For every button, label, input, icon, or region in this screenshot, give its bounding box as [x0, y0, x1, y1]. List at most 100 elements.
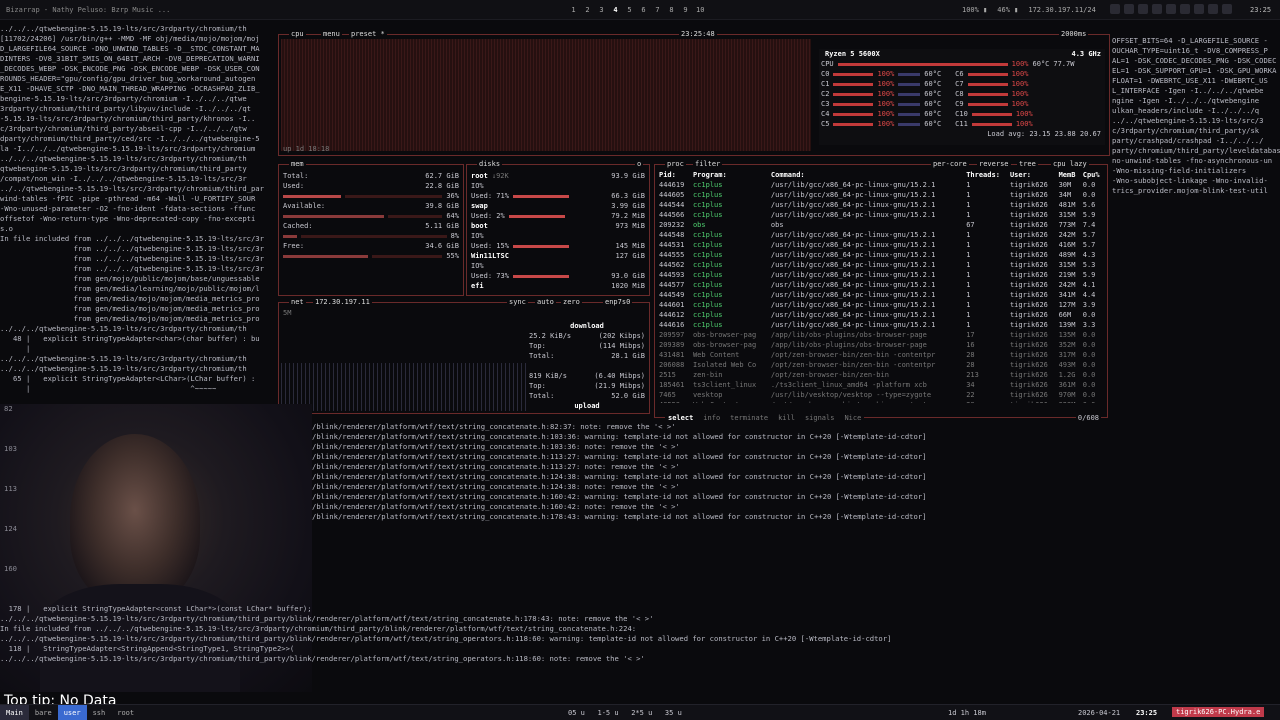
tmux-tab[interactable]: bare	[29, 705, 58, 720]
process-prog: cc1plus	[692, 291, 723, 299]
workspace-button[interactable]: 1	[570, 6, 577, 14]
terminal-line: 178 | explicit StringTypeAdapter<const L…	[0, 604, 312, 613]
signals-button[interactable]: signals	[805, 414, 835, 422]
terminal-line: ../../../qtwebengine-5.15.19-lts/src/3rd…	[0, 634, 892, 643]
cpu-label[interactable]: cpu	[289, 30, 306, 38]
process-row[interactable]: 444577 cc1plus/usr/lib/gcc/x86_64-pc-linu…	[657, 280, 1105, 290]
tray-app-icon[interactable]	[1138, 4, 1148, 14]
upload-label: upload	[574, 402, 600, 410]
per-core-toggle[interactable]: per-core	[931, 160, 969, 168]
process-row[interactable]: 209597 obs-browser-pag/app/lib/obs-plugin…	[657, 330, 1105, 340]
select-button[interactable]: select	[668, 414, 693, 422]
core-pct: 100%	[1011, 100, 1029, 108]
process-row[interactable]: 444566 cc1plus/usr/lib/gcc/x86_64-pc-linu…	[657, 210, 1105, 220]
preset-label[interactable]: preset *	[349, 30, 387, 38]
column-header[interactable]: Threads:	[964, 170, 1008, 180]
workspace-button[interactable]: 7	[654, 6, 661, 14]
tray-app-icon[interactable]	[1152, 4, 1162, 14]
process-pid: 444531	[659, 241, 685, 249]
process-row[interactable]: 444616 cc1plus/usr/lib/gcc/x86_64-pc-linu…	[657, 320, 1105, 330]
process-row[interactable]: 444531 cc1plus/usr/lib/gcc/x86_64-pc-linu…	[657, 240, 1105, 250]
process-row[interactable]: 444612 cc1plus/usr/lib/gcc/x86_64-pc-linu…	[657, 310, 1105, 320]
mem-used-pct: 36%	[446, 192, 459, 200]
disks-label[interactable]: disks	[477, 160, 503, 168]
process-row[interactable]: 444555 cc1plus/usr/lib/gcc/x86_64-pc-linu…	[657, 250, 1105, 260]
process-row[interactable]: 444593 cc1plus/usr/lib/gcc/x86_64-pc-linu…	[657, 270, 1105, 280]
workspace-button[interactable]: 9	[682, 6, 689, 14]
terminal-line: OUCHAR_TYPE=uint16_t -DV8_COMPRESS_P	[1112, 46, 1268, 55]
process-row[interactable]: 209389 obs-browser-pag/app/lib/obs-plugin…	[657, 340, 1105, 350]
proc-label[interactable]: proc	[665, 160, 686, 168]
process-row[interactable]: 2515 zen-bin/opt/zen-browser-bin/zen-bin 2…	[657, 370, 1105, 380]
process-cpu: 0.0	[1082, 351, 1096, 359]
kill-button[interactable]: kill	[778, 414, 795, 422]
left-terminal[interactable]: ../../../qtwebengine-5.15.19-lts/src/3rd…	[0, 24, 278, 404]
process-mem: 30M	[1058, 181, 1072, 189]
menu-label[interactable]: menu	[321, 30, 342, 38]
tray-app-icon[interactable]	[1166, 4, 1176, 14]
tmux-tab[interactable]: user	[57, 705, 87, 720]
sync-toggle[interactable]: sync	[507, 298, 528, 306]
auto-toggle[interactable]: auto	[535, 298, 556, 306]
core-bar-2	[898, 122, 921, 126]
right-terminal[interactable]: OFFSET_BITS=64 -D_LARGEFILE_SOURCE - OUCH…	[1112, 36, 1280, 228]
column-header[interactable]: Cpu%	[1081, 170, 1105, 180]
process-row[interactable]: 444619 cc1plus/usr/lib/gcc/x86_64-pc-linu…	[657, 180, 1105, 190]
iface-label[interactable]: enp7s0	[603, 298, 633, 306]
tray-app-icon[interactable]	[1180, 4, 1190, 14]
tmux-tab[interactable]: ssh	[87, 705, 112, 720]
process-cpu: 0.0	[1082, 331, 1096, 339]
nice-button[interactable]: Nice	[844, 414, 861, 422]
terminate-button[interactable]: terminate	[730, 414, 768, 422]
system-indicators: 100% ▮ 46% ▮ 172.30.197.11/24	[962, 6, 1096, 14]
sort-selector[interactable]: cpu lazy	[1051, 160, 1089, 168]
process-row[interactable]: 444605 cc1plus/usr/lib/gcc/x86_64-pc-linu…	[657, 190, 1105, 200]
column-header[interactable]: Pid:	[657, 170, 691, 180]
process-row[interactable]: 431481 Web Content/opt/zen-browser-bin/ze…	[657, 350, 1105, 360]
process-row[interactable]: 7465 vesktop/usr/lib/vesktop/vesktop --ty…	[657, 390, 1105, 400]
process-row[interactable]: 48559Web Content/opt/zen-browser-bin/zen…	[657, 400, 1105, 403]
tmux-tab[interactable]: Main	[0, 705, 29, 720]
tmux-tab[interactable]: root	[111, 705, 140, 720]
io-toggle[interactable]: o	[635, 160, 644, 168]
process-row[interactable]: 209232 obs obs 67 tigrik626 773M 7.4	[657, 220, 1105, 230]
filter-button[interactable]: filter	[693, 160, 723, 168]
tray-app-icon[interactable]	[1222, 4, 1232, 14]
process-row[interactable]: 185461 ts3client_linux ./ts3client_linux_a…	[657, 380, 1105, 390]
column-header[interactable]: User:	[1008, 170, 1057, 180]
mem-label[interactable]: mem	[289, 160, 306, 168]
disk-row: efi 1020 MiB	[471, 281, 645, 291]
process-row[interactable]: 444549 cc1plus/usr/lib/gcc/x86_64-pc-linu…	[657, 290, 1105, 300]
tree-toggle[interactable]: tree	[1017, 160, 1038, 168]
process-row[interactable]: 206088 Isolated Web Co/opt/zen-browser-bi…	[657, 360, 1105, 370]
bottom-terminal[interactable]: 178 | explicit StringTypeAdapter<const L…	[0, 604, 1280, 692]
workspace-button[interactable]: 6	[640, 6, 647, 14]
workspace-button[interactable]: 4	[612, 6, 619, 14]
interval-label[interactable]: 2000ms	[1059, 30, 1089, 38]
workspace-button[interactable]: 3	[598, 6, 605, 14]
process-row[interactable]: 444548 cc1plus/usr/lib/gcc/x86_64-pc-linu…	[657, 230, 1105, 240]
tray-app-icon[interactable]	[1110, 4, 1120, 14]
column-header[interactable]: MemB	[1057, 170, 1081, 180]
core-bar	[971, 112, 1012, 116]
info-button[interactable]: info	[703, 414, 720, 422]
workspace-button[interactable]: 8	[668, 6, 675, 14]
terminal-line: E_X11 -DHAVE_SCTP -DNO_MAIN_THREAD_WRAPP…	[0, 84, 260, 93]
tray-app-icon[interactable]	[1194, 4, 1204, 14]
process-row[interactable]: 444601 cc1plus/usr/lib/gcc/x86_64-pc-linu…	[657, 300, 1105, 310]
net-label[interactable]: net	[289, 298, 306, 306]
tray-app-icon[interactable]	[1208, 4, 1218, 14]
zero-toggle[interactable]: zero	[561, 298, 582, 306]
workspace-button[interactable]: 2	[584, 6, 591, 14]
workspace-button[interactable]: 10	[696, 6, 704, 14]
workspace-button[interactable]: 5	[626, 6, 633, 14]
reverse-toggle[interactable]: reverse	[977, 160, 1011, 168]
column-header[interactable]: Command:	[769, 170, 964, 180]
process-user: tigrik626	[1009, 391, 1048, 399]
tray-app-icon[interactable]	[1124, 4, 1134, 14]
terminal-line: c/3rdparty/chromium/third_party/abseil-c…	[0, 124, 247, 133]
column-header[interactable]: Program:	[691, 170, 769, 180]
process-cmd: /usr/lib/gcc/x86_64-pc-linux-gnu/15.2.1	[770, 311, 936, 319]
process-row[interactable]: 444562 cc1plus/usr/lib/gcc/x86_64-pc-linu…	[657, 260, 1105, 270]
process-row[interactable]: 444544 cc1plus/usr/lib/gcc/x86_64-pc-linu…	[657, 200, 1105, 210]
